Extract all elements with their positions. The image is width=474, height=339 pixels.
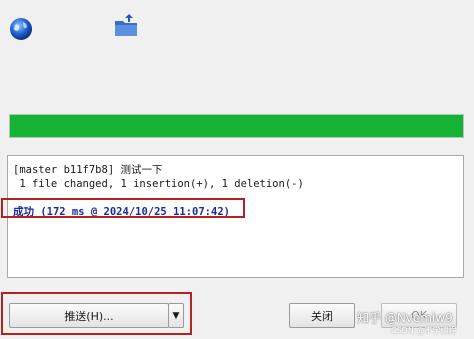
stats-line: 1 file changed, 1 insertion(+), 1 deleti… xyxy=(13,178,304,190)
push-button[interactable]: 推送(H)... xyxy=(9,303,169,328)
folder-icon[interactable] xyxy=(112,12,140,40)
watermark-sub: CSDN @不学编程 xyxy=(391,326,457,335)
watermark: 知乎 @Nvemiw9 xyxy=(357,311,453,325)
progress-bar xyxy=(9,114,464,138)
push-dropdown-button[interactable]: ▼ xyxy=(168,303,184,328)
close-button[interactable]: 关闭 xyxy=(289,303,355,328)
globe-icon[interactable] xyxy=(8,16,34,42)
status-line: 成功 (172 ms @ 2024/10/25 11:07:42) xyxy=(13,206,230,218)
output-log[interactable]: [master b11f7b8] 测试一下 1 file changed, 1 … xyxy=(7,155,464,278)
commit-line: [master b11f7b8] 测试一下 xyxy=(13,164,163,176)
